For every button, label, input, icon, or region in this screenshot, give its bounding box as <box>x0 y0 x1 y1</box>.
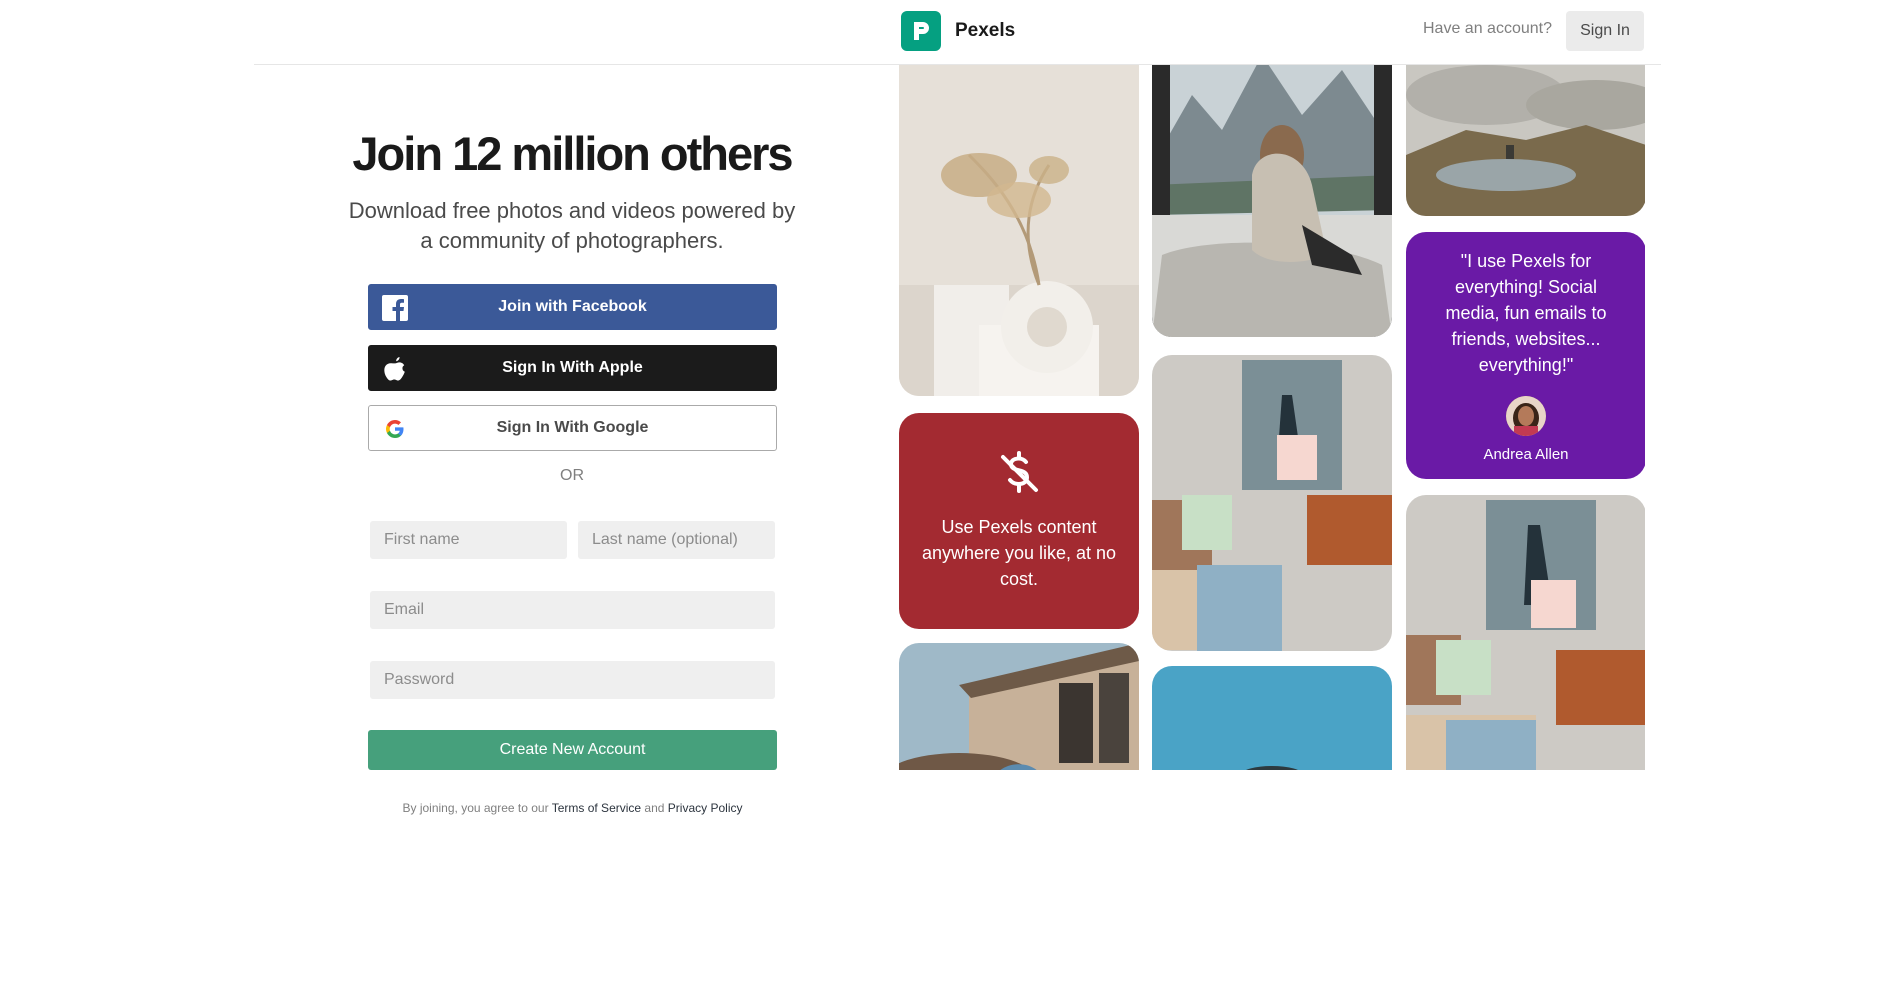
testimonial-card: "I use Pexels for everything! Social med… <box>1406 232 1645 479</box>
apple-button-label: Sign In With Apple <box>502 359 643 376</box>
legal-notice: By joining, you agree to our Terms of Se… <box>330 801 815 815</box>
brand[interactable]: Pexels <box>901 11 1015 51</box>
legal-prefix: By joining, you agree to our <box>402 801 549 815</box>
facebook-signup-button[interactable]: Join with Facebook <box>368 284 777 330</box>
photo-mosaic: Use Pexels content anywhere you like, at… <box>899 65 1645 770</box>
facebook-icon <box>381 294 409 322</box>
page-subtitle: Download free photos and videos powered … <box>348 198 796 253</box>
first-name-field[interactable] <box>370 521 567 559</box>
signup-page: Pexels Have an account? Sign In Join 12 … <box>0 0 1904 996</box>
free-use-text: Use Pexels content anywhere you like, at… <box>921 517 1117 589</box>
photo-sky-tile[interactable] <box>1152 666 1392 770</box>
password-field[interactable] <box>370 661 775 699</box>
google-icon <box>381 415 409 443</box>
sign-in-button[interactable]: Sign In <box>1566 11 1644 51</box>
photo-mountain-van-tile[interactable] <box>1152 65 1392 337</box>
photo-lake-tile[interactable] <box>1406 65 1645 216</box>
have-account-text: Have an account? <box>1423 20 1552 37</box>
legal-and: and <box>644 801 665 815</box>
photo-vase-tile[interactable] <box>899 65 1139 396</box>
testimonial-quote: "I use Pexels for everything! Social med… <box>1445 251 1607 375</box>
create-account-button[interactable]: Create New Account <box>368 730 777 770</box>
or-divider-label: OR <box>560 467 584 484</box>
page-title: Join 12 million others <box>352 127 793 180</box>
last-name-field[interactable] <box>578 521 775 559</box>
google-button-label: Sign In With Google <box>496 419 649 436</box>
terms-of-service-link[interactable]: Terms of Service <box>552 801 641 815</box>
brand-name: Pexels <box>955 20 1016 41</box>
testimonial-author: Andrea Allen <box>1483 446 1569 463</box>
pexels-logo-icon <box>901 11 941 51</box>
avatar <box>1506 396 1546 436</box>
no-dollar-icon <box>996 450 1042 496</box>
photo-moodboard-tile[interactable] <box>1152 355 1392 651</box>
google-signin-button[interactable]: Sign In With Google <box>368 405 777 451</box>
privacy-policy-link[interactable]: Privacy Policy <box>668 801 743 815</box>
free-use-promo-card: Use Pexels content anywhere you like, at… <box>899 413 1139 629</box>
facebook-button-label: Join with Facebook <box>498 298 647 315</box>
photo-house-tile[interactable] <box>899 643 1139 770</box>
photo-moodboard-tile-2[interactable] <box>1406 495 1645 770</box>
email-field[interactable] <box>370 591 775 629</box>
apple-signin-button[interactable]: Sign In With Apple <box>368 345 777 391</box>
apple-icon <box>381 355 409 383</box>
